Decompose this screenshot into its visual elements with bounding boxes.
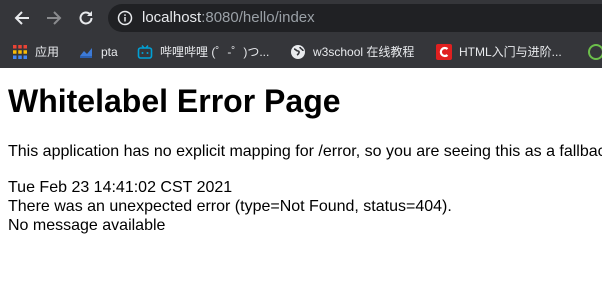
c-logo-icon	[436, 44, 452, 60]
forward-button[interactable]	[41, 5, 67, 31]
bookmark-label: 哔哩哔哩 (゜-゜)つ...	[160, 45, 270, 59]
address-bar[interactable]: localhost:8080/hello/index	[108, 4, 602, 32]
bookmark-w3school[interactable]: w3school 在线教程	[290, 42, 414, 62]
reload-icon	[79, 11, 93, 25]
url-path: :8080/hello/index	[201, 9, 315, 26]
bilibili-icon	[137, 45, 153, 59]
error-message: No message available	[8, 217, 166, 234]
pta-favicon-icon	[80, 48, 92, 58]
globe-icon	[291, 45, 305, 59]
bookmark-html-course[interactable]: HTML入门与进阶...	[436, 42, 562, 62]
bookmark-partial[interactable]	[588, 42, 602, 62]
error-details: Tue Feb 23 14:41:02 CST 2021 There was a…	[8, 178, 452, 235]
bookmark-label: HTML入门与进阶...	[459, 45, 562, 59]
error-description: This application has no explicit mapping…	[8, 143, 602, 160]
site-info-icon[interactable]	[117, 10, 133, 26]
bookmark-label: w3school 在线教程	[313, 45, 415, 59]
url-host: localhost	[142, 9, 202, 26]
bookmark-bilibili[interactable]: 哔哩哔哩 (゜-゜)つ...	[137, 42, 269, 62]
page-title: Whitelabel Error Page	[8, 83, 341, 119]
apps-grid-icon	[13, 45, 27, 59]
browser-chrome: localhost:8080/hello/index 应用 pta 哔哩哔哩 (…	[0, 0, 602, 68]
url-text[interactable]: localhost:8080/hello/index	[142, 10, 315, 26]
reload-button[interactable]	[73, 5, 99, 31]
forward-arrow-icon	[47, 11, 62, 25]
bookmark-label: 应用	[35, 45, 60, 59]
browser-toolbar: localhost:8080/hello/index	[0, 0, 602, 36]
bookmark-pta[interactable]: pta	[78, 42, 118, 62]
partial-bookmark-icon	[588, 44, 602, 60]
error-timestamp: Tue Feb 23 14:41:02 CST 2021	[8, 179, 233, 196]
back-button[interactable]	[9, 5, 35, 31]
back-arrow-icon	[14, 11, 29, 25]
bookmark-label: pta	[101, 45, 118, 59]
bookmarks-bar: 应用 pta 哔哩哔哩 (゜-゜)つ... w3school 在线教程 HTML…	[0, 36, 602, 68]
error-status: There was an unexpected error (type=Not …	[8, 198, 452, 215]
bookmark-apps[interactable]: 应用	[12, 42, 59, 62]
